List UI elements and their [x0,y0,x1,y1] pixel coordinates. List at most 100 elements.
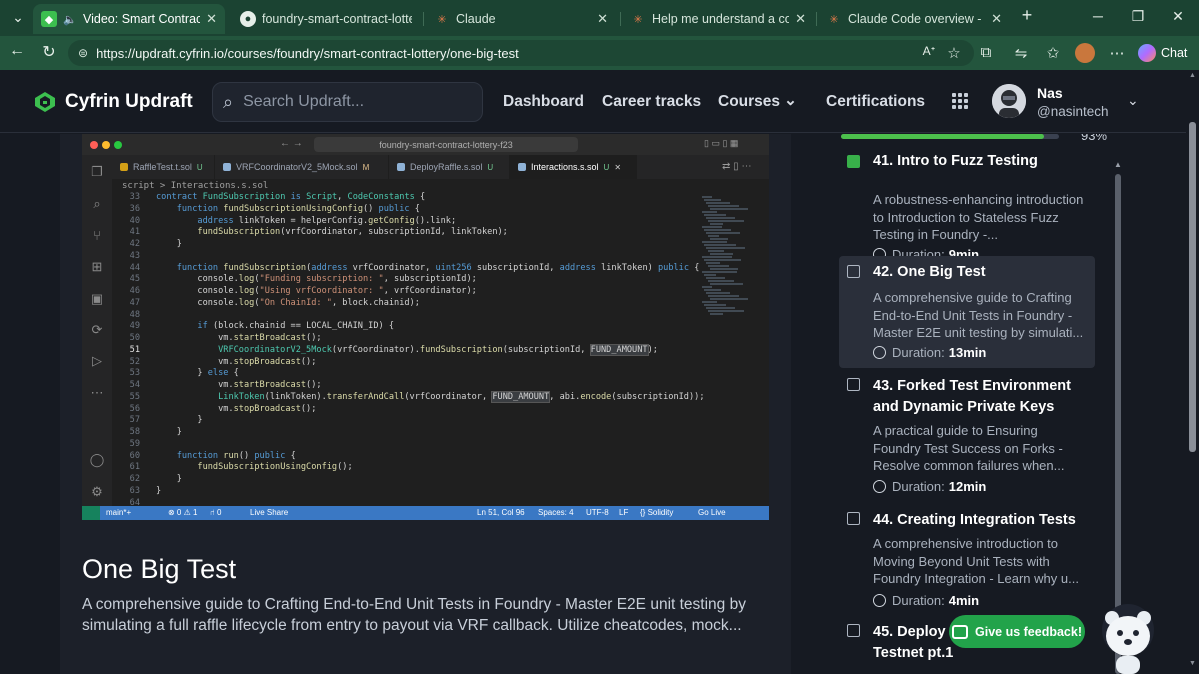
feedback-button[interactable]: Give us feedback! [949,615,1085,648]
status-golive: Go Live [698,508,726,517]
back-icon[interactable]: ← [6,42,28,60]
avatar[interactable] [992,84,1026,118]
copilot-chat-button[interactable]: Chat [1138,42,1187,64]
page-scroll-up-icon[interactable]: ▲ [1189,72,1196,79]
scroll-up-arrow-icon[interactable]: ▲ [1114,160,1122,169]
vscode-breadcrumb: script > Interactions.s.sol [122,181,269,191]
cyfrin-logo-icon [35,92,55,112]
nav-dashboard[interactable]: Dashboard [503,93,584,111]
duration-value: 13min [948,345,987,360]
restore-icon[interactable]: ❐ [1128,8,1148,25]
vscode-minimap [702,192,754,508]
code-line: 54 vm.startBroadcast(); [129,380,322,390]
lesson-duration: Duration: 4min [873,593,979,608]
sidebar-scrollbar[interactable]: ▲ [1113,160,1123,674]
speaker-icon[interactable]: 🔈 [63,11,77,27]
favorite-star-icon[interactable]: ☆ [944,44,964,62]
minimap-line [704,244,736,246]
browser-tab-label: Claude Code overview - Claude [848,12,985,26]
browser-tab-claude-code[interactable]: ✳ Claude Code overview - Claude ✕ [818,4,1010,34]
url-field[interactable]: ⊜ https://updraft.cyfrin.io/courses/foun… [68,40,974,66]
close-window-icon[interactable]: ✕ [1168,8,1188,25]
close-tab-icon[interactable]: ✕ [991,11,1002,27]
nav-career-tracks[interactable]: Career tracks [602,93,701,111]
lesson-checkbox[interactable] [847,378,860,391]
site-search[interactable]: ⌕ [212,82,483,122]
courses-chevron-down-icon[interactable]: ⌄ [784,91,797,110]
status-liveshare: Live Share [250,508,289,517]
browser-tab-claude[interactable]: ✳ Claude ✕ [426,4,616,34]
nav-courses[interactable]: Courses [718,93,780,111]
mascot-bear-icon[interactable] [1100,600,1156,674]
split-screen-icon[interactable]: ⇋ [1011,44,1031,62]
user-menu-chevron-icon[interactable]: ⌄ [1127,92,1139,109]
video-player[interactable]: ← → foundry-smart-contract-lottery-f23 ▯… [82,134,769,520]
minimap-line [706,202,730,204]
code-line: 63} [129,485,162,496]
status-position: Ln 51, Col 96 [477,508,525,517]
minimap-line [704,274,716,276]
apps-grid-icon[interactable] [952,93,968,109]
address-bar-row: ← ↻ ⊜ https://updraft.cyfrin.io/courses/… [0,36,1199,70]
browser-tab-help[interactable]: ✳ Help me understand a complex ✕ [622,4,814,34]
tab-list-chevron-icon[interactable]: ⌄ [8,9,28,26]
vscode-tab-label: DeployRaffle.s.sol [410,162,483,172]
logo-text: Cyfrin Updraft [65,91,193,112]
minimap-line [702,196,712,198]
lesson-checkbox[interactable] [847,265,860,278]
url-text: https://updraft.cyfrin.io/courses/foundr… [96,45,519,61]
profile-avatar-icon[interactable] [1075,43,1095,63]
browser-tab-label: Claude [456,12,496,26]
remote-indicator-icon [82,506,100,520]
sidebar-scroll-thumb[interactable] [1115,174,1121,674]
vscode-titlebar: ← → foundry-smart-contract-lottery-f23 ▯… [82,134,769,155]
page-scroll-thumb[interactable] [1189,122,1196,452]
duration-label: Duration: [892,479,945,494]
run-debug-icon: ▷ [92,353,102,368]
page-scroll-down-icon[interactable]: ▼ [1189,660,1196,667]
page-scrollbar[interactable]: ▲ ▼ [1186,70,1199,674]
remote-icon: ⟳ [91,322,103,337]
lesson-item-41[interactable]: 41. Intro to Fuzz Testing A robustness-e… [839,148,1095,262]
more-menu-icon[interactable]: ⋯ [1107,44,1127,62]
favorites-icon[interactable]: ✩ [1043,44,1063,62]
close-tab-icon[interactable]: ✕ [795,11,806,27]
code-line: 52 vm.stopBroadcast(); [129,356,317,367]
code-line: 43 [129,250,140,261]
vscode-command-center: foundry-smart-contract-lottery-f23 [314,137,578,152]
close-tab-icon[interactable]: ✕ [597,11,608,27]
site-logo[interactable]: Cyfrin Updraft [33,90,193,114]
claude-favicon-icon: ✳ [829,13,839,26]
lesson-item-44[interactable]: 44. Creating Integration Tests A compreh… [839,510,1095,614]
vscode-tab-label: Interactions.s.sol [531,162,599,172]
extensions-icon[interactable]: ⧉ [976,44,996,61]
lesson-checkbox[interactable] [847,624,860,637]
lesson-item-desc: A robustness-enhancing introduction to I… [873,192,1084,242]
status-eol: LF [619,508,629,517]
lesson-item-title: 41. Intro to Fuzz Testing [873,153,1038,169]
browser-tab-github[interactable]: ● foundry-smart-contract-lottery [232,4,420,34]
minimize-icon[interactable]: ─ [1088,8,1108,24]
lesson-item-43[interactable]: 43. Forked Test Environment and Dynamic … [839,376,1095,500]
new-tab-icon[interactable]: + [1017,5,1037,26]
minimap-line [710,208,748,210]
code-line: 33 contract FundSubscription is Script, C… [129,192,426,202]
lesson-checkbox[interactable] [847,512,860,525]
minimap-line [710,238,728,240]
progress-label: 93% [1081,134,1108,143]
close-tab-icon[interactable]: ✕ [206,11,217,27]
chat-label: Chat [1161,46,1188,60]
lesson-checkbox[interactable] [847,155,860,168]
search-input[interactable] [243,93,444,111]
code-line: 40 address linkToken = helperConfig.getC… [129,215,457,226]
vscode-nav-arrows-icon: ← → [280,138,303,149]
browser-tab-video[interactable]: ◆ 🔈 Video: Smart Contract Lottery ✕ [33,4,225,34]
nav-certifications[interactable]: Certifications [826,93,925,111]
read-aloud-icon[interactable]: Aᐩ [919,44,939,58]
refresh-icon[interactable]: ↻ [38,42,60,62]
duration-label: Duration: [892,593,945,608]
copilot-icon [1138,44,1156,62]
site-info-icon[interactable]: ⊜ [78,46,88,60]
lesson-item-42[interactable]: 42. One Big Test A comprehensive guide t… [839,256,1095,368]
minimap-line [706,217,735,219]
